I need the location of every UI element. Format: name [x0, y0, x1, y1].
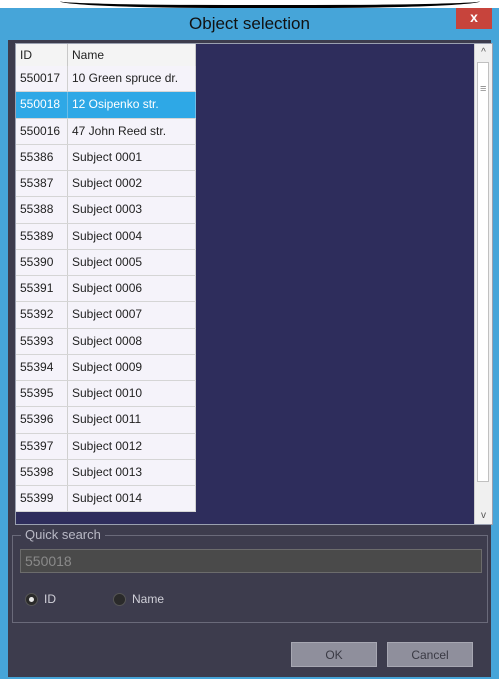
cell-id: 550017 [16, 66, 68, 92]
table-row[interactable]: 55386 Subject 0001 [16, 144, 196, 171]
title-bar: Object selection x [0, 8, 499, 40]
grip-icon: ≡ [480, 83, 487, 95]
cell-id: 55394 [16, 354, 68, 380]
cell-id: 55398 [16, 459, 68, 485]
cell-name: Subject 0013 [68, 459, 196, 485]
quick-search-group: Quick search ID Name [12, 527, 488, 623]
cell-id: 55397 [16, 433, 68, 459]
cell-id: 55396 [16, 407, 68, 433]
table-row[interactable]: 550017 10 Green spruce dr. [16, 66, 196, 93]
chevron-up-icon: ^ [481, 47, 486, 58]
cropped-text-fragment [60, 0, 480, 8]
table-row[interactable]: 55388 Subject 0003 [16, 197, 196, 224]
table-row[interactable]: 55398 Subject 0013 [16, 459, 196, 486]
cell-id: 55389 [16, 223, 68, 249]
object-selection-dialog: Object selection x ID Name 550017 10 Gree… [0, 8, 499, 679]
cell-id: 55391 [16, 276, 68, 302]
cell-name: Subject 0008 [68, 328, 196, 354]
window-title: Object selection [189, 14, 310, 33]
radio-search-by-id[interactable]: ID [25, 592, 56, 606]
close-icon: x [470, 9, 478, 25]
cell-id: 55393 [16, 328, 68, 354]
cell-name: 47 John Reed str. [68, 118, 196, 144]
table-row[interactable]: 55396 Subject 0011 [16, 407, 196, 434]
cell-name: 10 Green spruce dr. [68, 66, 196, 92]
cell-name: Subject 0002 [68, 171, 196, 197]
scroll-down-arrow[interactable]: v [475, 507, 492, 524]
table-row[interactable]: 55394 Subject 0009 [16, 354, 196, 381]
radio-id-label: ID [44, 592, 56, 606]
column-header-id[interactable]: ID [16, 44, 68, 66]
cell-id: 55386 [16, 144, 68, 170]
object-grid[interactable]: ID Name 550017 10 Green spruce dr. 550018 1… [15, 43, 493, 525]
table-row[interactable]: 55397 Subject 0012 [16, 433, 196, 460]
radio-name-label: Name [132, 592, 165, 606]
scrollbar-thumb[interactable]: ≡ [477, 62, 489, 482]
vertical-scrollbar[interactable]: ^ ≡ v [474, 44, 492, 524]
cell-name: Subject 0007 [68, 302, 196, 328]
cell-name: Subject 0001 [68, 144, 196, 170]
cell-id: 55388 [16, 197, 68, 223]
table-row[interactable]: 55399 Subject 0014 [16, 486, 196, 513]
table-row-selected[interactable]: 550018 12 Osipenko str. [16, 92, 196, 119]
cell-id: 550018 [16, 92, 68, 118]
cell-name: Subject 0005 [68, 249, 196, 275]
table-row[interactable]: 55387 Subject 0002 [16, 171, 196, 198]
table-row[interactable]: 55395 Subject 0010 [16, 381, 196, 408]
cell-name: Subject 0004 [68, 223, 196, 249]
dialog-client-area: ID Name 550017 10 Green spruce dr. 550018 1… [8, 40, 493, 677]
partial-heading-fragment [0, 0, 499, 8]
table-row[interactable]: 55390 Subject 0005 [16, 249, 196, 276]
cell-name: Subject 0012 [68, 433, 196, 459]
cell-id: 550016 [16, 118, 68, 144]
chevron-down-icon: v [481, 510, 486, 521]
cell-name: Subject 0009 [68, 354, 196, 380]
cell-id: 55395 [16, 381, 68, 407]
grid-header: ID Name [16, 44, 196, 67]
radio-dot-unchecked[interactable] [113, 592, 126, 606]
table-row[interactable]: 550016 47 John Reed str. [16, 118, 196, 145]
table-row[interactable]: 55389 Subject 0004 [16, 223, 196, 250]
cell-name: Subject 0006 [68, 276, 196, 302]
radio-dot-checked[interactable] [25, 592, 38, 606]
cell-name: Subject 0010 [68, 381, 196, 407]
column-header-name[interactable]: Name [68, 44, 196, 66]
table-row[interactable]: 55393 Subject 0008 [16, 328, 196, 355]
cell-id: 55392 [16, 302, 68, 328]
cell-name: Subject 0014 [68, 486, 196, 512]
cell-name: Subject 0011 [68, 407, 196, 433]
cell-id: 55387 [16, 171, 68, 197]
radio-search-by-name[interactable]: Name [113, 592, 164, 606]
cell-id: 55399 [16, 486, 68, 512]
table-row[interactable]: 55391 Subject 0006 [16, 276, 196, 303]
close-button[interactable]: x [456, 8, 492, 29]
quick-search-label: Quick search [21, 527, 105, 542]
scroll-up-arrow[interactable]: ^ [475, 44, 492, 61]
cell-name: 12 Osipenko str. [68, 92, 196, 118]
ok-button[interactable]: OK [291, 642, 377, 667]
cell-id: 55390 [16, 249, 68, 275]
cancel-button[interactable]: Cancel [387, 642, 473, 667]
cell-name: Subject 0003 [68, 197, 196, 223]
table-row[interactable]: 55392 Subject 0007 [16, 302, 196, 329]
quick-search-input[interactable] [20, 549, 482, 573]
grid-rows: 550017 10 Green spruce dr. 550018 12 Osipen… [16, 66, 196, 513]
